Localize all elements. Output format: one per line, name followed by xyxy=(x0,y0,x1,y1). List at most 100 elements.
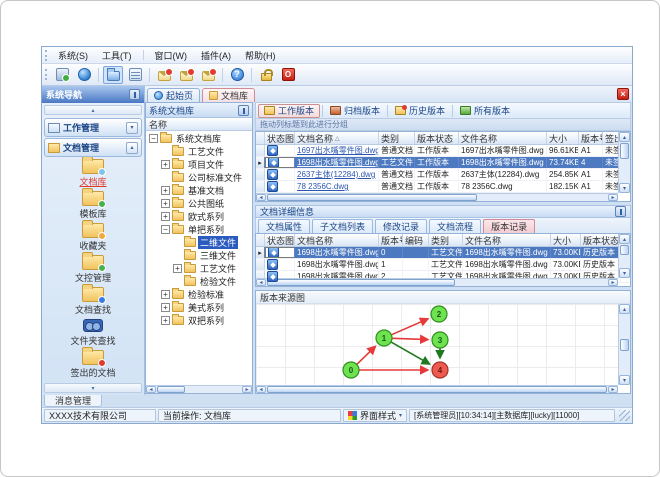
column-header[interactable]: 文件名称 xyxy=(459,132,547,144)
tree-item[interactable]: + 双把系列 xyxy=(146,314,252,327)
tree-expander-icon[interactable]: + xyxy=(161,199,170,208)
interface-style-selector[interactable]: 界面样式 ▾ xyxy=(342,409,407,422)
all-versions-button[interactable]: 所有版本 xyxy=(455,104,515,118)
scroll-up-icon[interactable]: ▴ xyxy=(619,304,630,314)
tree-item[interactable]: + 项目文件 xyxy=(146,158,252,171)
tab-start-page[interactable]: 起始页 xyxy=(147,88,201,102)
history-version-button[interactable]: 历史版本 xyxy=(390,104,450,118)
table-row[interactable]: 1698出水嘴零件图.dwg 1 工艺文件 1698出水嘴零件图.dwg 73.00KB… xyxy=(256,259,630,271)
tree-column-header[interactable]: 名称 xyxy=(146,118,252,131)
sidebar-item-文件夹查找[interactable]: 文件夹查找 xyxy=(70,319,116,347)
globe-button[interactable] xyxy=(74,66,94,84)
sidebar-item-模板库[interactable]: 模板库 xyxy=(79,188,107,220)
column-header[interactable]: 版本状态 xyxy=(581,234,621,246)
mail-send-button[interactable] xyxy=(176,66,196,84)
detail-tab-修改记录[interactable]: 修改记录 xyxy=(375,219,428,233)
pin-icon[interactable] xyxy=(129,89,140,100)
scroll-thumb[interactable] xyxy=(620,338,629,351)
tree-item[interactable]: + 基准文档 xyxy=(146,184,252,197)
column-header[interactable]: 大小 xyxy=(551,234,581,246)
tree-expander-icon[interactable]: + xyxy=(161,212,170,221)
scroll-up-icon[interactable]: ▴ xyxy=(619,234,630,244)
help-button[interactable] xyxy=(227,66,247,84)
tree-horizontal-scrollbar[interactable]: ◂ ▸ xyxy=(146,385,252,393)
task-list-button[interactable] xyxy=(125,66,145,84)
sidebar-item-收藏夹[interactable]: 收藏夹 xyxy=(79,220,107,252)
detail-tab-版本记录[interactable]: 版本记录 xyxy=(483,219,536,233)
sidebar-item-签出的文档[interactable]: 签出的文档 xyxy=(70,347,116,379)
menu-item[interactable]: 工具(T) xyxy=(95,48,139,63)
column-header[interactable]: 文档名称 xyxy=(295,234,379,246)
scroll-down-icon[interactable]: ▾ xyxy=(619,375,630,385)
table-row[interactable]: ▸ 1698出水嘴零件图.dwg 工艺文件 工作版本 1698出水嘴零件图.dwg 73.… xyxy=(256,157,630,169)
mail-receive-button[interactable] xyxy=(198,66,218,84)
tree-item[interactable]: 公司标准文件 xyxy=(146,171,252,184)
tree-item[interactable]: 工艺文件 xyxy=(146,145,252,158)
menu-item[interactable]: 帮助(H) xyxy=(238,48,283,63)
work-version-button[interactable]: 工作版本 xyxy=(258,103,321,118)
lock-button[interactable] xyxy=(256,66,276,84)
tree-item[interactable]: + 欧式系列 xyxy=(146,210,252,223)
scroll-thumb[interactable] xyxy=(620,245,629,255)
tab-message-management[interactable]: 消息管理 xyxy=(44,395,103,407)
sidebar-item-文档库[interactable]: 文档库 xyxy=(79,157,107,188)
tree-expander-icon[interactable]: + xyxy=(161,186,170,195)
scroll-right-icon[interactable]: ▸ xyxy=(608,386,618,393)
version-node-3[interactable]: 3 xyxy=(431,331,449,349)
scroll-thumb[interactable] xyxy=(267,279,456,286)
graph-vertical-scrollbar[interactable]: ▴ ▾ xyxy=(618,304,630,385)
graph-horizontal-scrollbar[interactable]: ◂ ▸ xyxy=(256,385,618,393)
table-horizontal-scrollbar[interactable]: ◂ ▸ xyxy=(256,278,618,286)
tab-document-library[interactable]: 文档库 xyxy=(202,88,256,102)
toolbar-drag-grip[interactable] xyxy=(45,69,48,80)
scroll-left-icon[interactable]: ◂ xyxy=(256,279,266,286)
new-window-button[interactable] xyxy=(52,66,72,84)
menu-drag-grip[interactable] xyxy=(45,49,48,61)
table-horizontal-scrollbar[interactable]: ◂ ▸ xyxy=(256,193,618,201)
tree-expander-icon[interactable]: + xyxy=(161,290,170,299)
scroll-thumb[interactable] xyxy=(620,143,629,159)
scroll-right-icon[interactable]: ▸ xyxy=(608,279,618,286)
scroll-up-icon[interactable]: ▴ xyxy=(619,132,630,142)
chevron-up-icon[interactable]: ▴ xyxy=(126,141,138,154)
tree-item[interactable]: + 公共图纸 xyxy=(146,197,252,210)
version-node-4[interactable]: 4 xyxy=(431,361,449,379)
menu-item[interactable]: 窗口(W) xyxy=(148,48,195,63)
chevron-down-icon[interactable]: ▾ xyxy=(126,121,138,134)
scroll-down-icon[interactable]: ▾ xyxy=(619,183,630,193)
version-node-1[interactable]: 1 xyxy=(375,329,393,347)
close-icon[interactable]: × xyxy=(617,88,629,100)
scroll-thumb[interactable] xyxy=(267,386,607,393)
document-library-button[interactable] xyxy=(103,65,123,84)
scroll-left-icon[interactable]: ◂ xyxy=(256,194,266,201)
tree-item[interactable]: + 检验标准 xyxy=(146,288,252,301)
version-node-2[interactable]: 2 xyxy=(430,305,448,323)
table-vertical-scrollbar[interactable]: ▴ ▾ xyxy=(618,132,630,193)
archive-version-button[interactable]: 归档版本 xyxy=(325,104,385,118)
scroll-thumb[interactable] xyxy=(157,386,185,393)
table-row[interactable]: 1697出水嘴零件图.dwg 普通文档 工作版本 1697出水嘴零件图.dwg 96.6… xyxy=(256,145,630,157)
table-row[interactable]: 78 2356C.dwg普通文档工作版本78 2356C.dwg182.15KB… xyxy=(256,181,630,193)
column-header[interactable]: 编码 xyxy=(403,234,429,246)
detail-tab-文档属性[interactable]: 文档属性 xyxy=(258,219,311,233)
scroll-left-icon[interactable]: ◂ xyxy=(146,386,156,393)
detail-tab-文档流程[interactable]: 文档流程 xyxy=(429,219,482,233)
detail-tab-子文档列表[interactable]: 子文档列表 xyxy=(312,219,374,233)
sidebar-expand-strip[interactable]: ▾ xyxy=(44,383,142,393)
column-header[interactable]: 版本号 xyxy=(579,132,603,144)
tree-item[interactable]: − 系统文档库 xyxy=(146,132,252,145)
version-node-0[interactable]: 0 xyxy=(342,361,360,379)
sidebar-group-document-management[interactable]: 文档管理 ▴ xyxy=(44,138,142,157)
tree-item[interactable]: − 单把系列 xyxy=(146,223,252,236)
tree-item[interactable]: 二维文件 xyxy=(146,236,252,249)
sidebar-item-文档查找[interactable]: 文档查找 xyxy=(75,284,111,316)
exit-button[interactable] xyxy=(278,66,298,84)
tree-expander-icon[interactable]: + xyxy=(161,316,170,325)
column-header[interactable]: 状态图 xyxy=(265,234,295,246)
tree-item[interactable]: + 美式系列 xyxy=(146,301,252,314)
sidebar-group-work-management[interactable]: 工作管理 ▾ xyxy=(44,118,142,137)
column-header[interactable]: 文档名称 △ xyxy=(295,132,379,144)
tree-expander-icon[interactable]: − xyxy=(161,225,170,234)
sidebar-collapse-strip[interactable]: ▴ xyxy=(44,105,142,115)
column-header[interactable]: 类别 xyxy=(429,234,463,246)
